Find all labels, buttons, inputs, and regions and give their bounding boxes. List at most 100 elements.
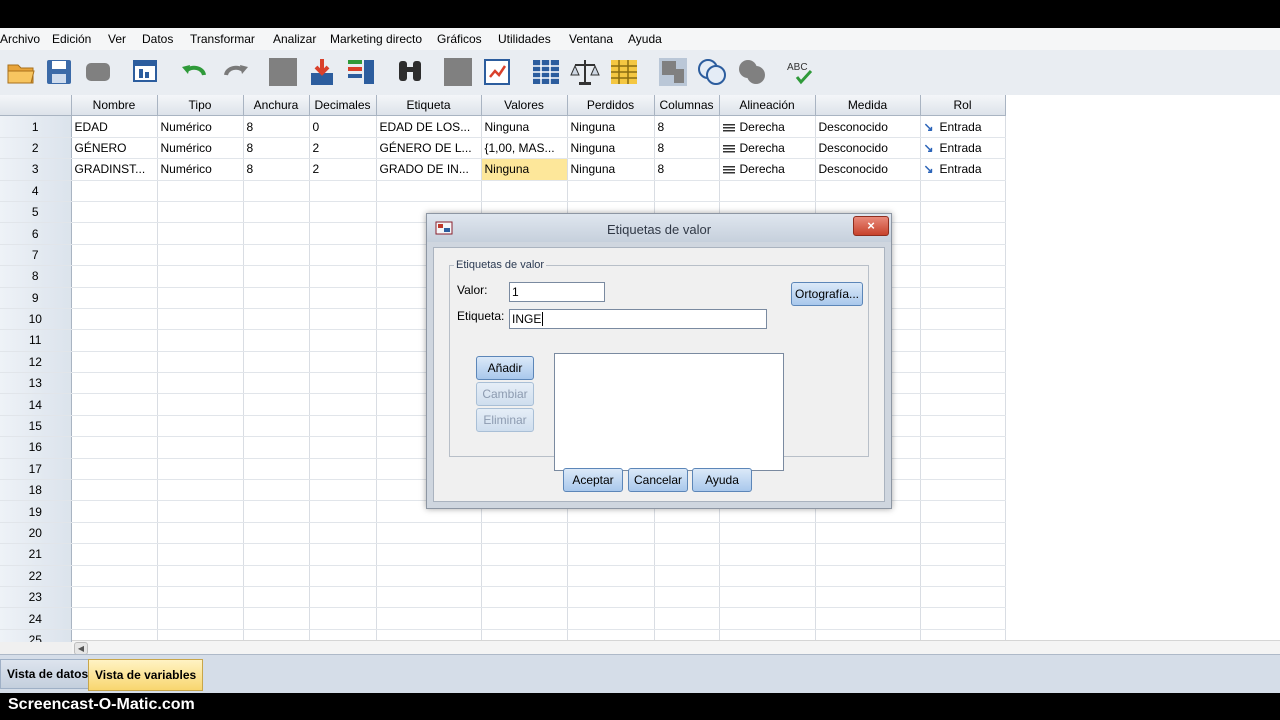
empty-cell[interactable] — [71, 287, 158, 309]
row-number[interactable]: 22 — [0, 565, 72, 587]
empty-cell[interactable] — [157, 500, 244, 523]
empty-cell[interactable] — [157, 393, 244, 416]
empty-cell[interactable] — [481, 565, 568, 587]
empty-cell[interactable] — [157, 372, 244, 395]
cell-anchura[interactable]: 8 — [243, 115, 310, 138]
empty-cell[interactable] — [243, 351, 310, 374]
empty-cell[interactable] — [920, 244, 1006, 267]
empty-cell[interactable] — [71, 479, 158, 502]
empty-cell[interactable] — [243, 308, 310, 331]
row-number[interactable]: 18 — [0, 479, 72, 502]
empty-cell[interactable] — [71, 265, 158, 288]
column-header[interactable]: Decimales — [309, 95, 377, 117]
horizontal-scrollbar[interactable]: ◀ — [72, 640, 1280, 655]
etiqueta-input[interactable]: INGE — [509, 309, 767, 329]
row-number[interactable]: 2 — [0, 137, 72, 160]
empty-cell[interactable] — [719, 607, 816, 630]
cell-anchura[interactable]: 8 — [243, 158, 310, 181]
row-number[interactable]: 11 — [0, 329, 72, 352]
empty-cell[interactable] — [157, 586, 244, 609]
empty-cell[interactable] — [309, 436, 377, 459]
empty-cell[interactable] — [157, 201, 244, 224]
insert-cases-icon[interactable] — [443, 57, 473, 87]
empty-cell[interactable] — [920, 565, 1006, 587]
empty-cell[interactable] — [157, 180, 244, 202]
cell-etiqueta[interactable]: GRADO DE IN... — [376, 158, 482, 181]
empty-cell[interactable] — [309, 565, 377, 587]
empty-cell[interactable] — [309, 244, 377, 267]
row-number[interactable]: 7 — [0, 244, 72, 267]
empty-cell[interactable] — [376, 565, 482, 587]
empty-cell[interactable] — [243, 180, 310, 202]
row-number[interactable]: 12 — [0, 351, 72, 374]
empty-cell[interactable] — [243, 479, 310, 502]
split-file-icon[interactable] — [531, 57, 561, 87]
empty-cell[interactable] — [243, 500, 310, 523]
row-number[interactable]: 19 — [0, 500, 72, 523]
row-number[interactable]: 9 — [0, 287, 72, 309]
empty-cell[interactable] — [309, 479, 377, 502]
cell-decimales[interactable]: 2 — [309, 137, 377, 160]
empty-cell[interactable] — [920, 265, 1006, 288]
empty-cell[interactable] — [920, 222, 1006, 245]
empty-cell[interactable] — [309, 522, 377, 545]
empty-cell[interactable] — [157, 308, 244, 331]
empty-cell[interactable] — [567, 180, 655, 202]
empty-cell[interactable] — [376, 180, 482, 202]
row-number[interactable]: 4 — [0, 180, 72, 202]
cell-alineacion[interactable]: Derecha — [719, 158, 816, 181]
row-number[interactable]: 6 — [0, 222, 72, 245]
cell-nombre[interactable]: EDAD — [71, 115, 158, 138]
empty-cell[interactable] — [71, 415, 158, 438]
empty-cell[interactable] — [157, 436, 244, 459]
empty-cell[interactable] — [654, 607, 720, 630]
cell-nombre[interactable]: GÉNERO — [71, 137, 158, 160]
empty-cell[interactable] — [309, 393, 377, 416]
empty-cell[interactable] — [920, 436, 1006, 459]
empty-cell[interactable] — [157, 607, 244, 630]
empty-cell[interactable] — [920, 201, 1006, 224]
empty-cell[interactable] — [920, 393, 1006, 416]
eliminar-button[interactable]: Eliminar — [476, 408, 534, 432]
row-number[interactable]: 21 — [0, 543, 72, 566]
empty-cell[interactable] — [71, 372, 158, 395]
empty-cell[interactable] — [481, 607, 568, 630]
empty-cell[interactable] — [71, 351, 158, 374]
column-header[interactable]: Etiqueta — [376, 95, 482, 117]
spell-check-icon[interactable]: ABC — [785, 57, 815, 87]
empty-cell[interactable] — [71, 329, 158, 352]
empty-cell[interactable] — [920, 500, 1006, 523]
select-cases-icon[interactable] — [609, 57, 639, 87]
empty-cell[interactable] — [71, 586, 158, 609]
empty-cell[interactable] — [654, 522, 720, 545]
show-all-variables-icon[interactable] — [737, 57, 767, 87]
empty-cell[interactable] — [309, 543, 377, 566]
empty-cell[interactable] — [243, 222, 310, 245]
empty-cell[interactable] — [71, 393, 158, 416]
menu-transformar[interactable]: Transformar — [190, 32, 255, 46]
empty-cell[interactable] — [481, 180, 568, 202]
empty-cell[interactable] — [157, 329, 244, 352]
empty-cell[interactable] — [243, 607, 310, 630]
empty-cell[interactable] — [815, 586, 921, 609]
cell-decimales[interactable]: 0 — [309, 115, 377, 138]
cell-valores[interactable]: {1,00, MAS... — [481, 137, 568, 160]
cell-etiqueta[interactable]: GÉNERO DE L... — [376, 137, 482, 160]
empty-cell[interactable] — [71, 308, 158, 331]
empty-cell[interactable] — [157, 479, 244, 502]
close-button[interactable]: × — [853, 216, 889, 236]
empty-cell[interactable] — [71, 222, 158, 245]
cell-rol[interactable]: ↘ Entrada — [920, 137, 1006, 160]
cancelar-button[interactable]: Cancelar — [628, 468, 688, 492]
cambiar-button[interactable]: Cambiar — [476, 382, 534, 406]
empty-cell[interactable] — [309, 415, 377, 438]
empty-cell[interactable] — [243, 436, 310, 459]
empty-cell[interactable] — [376, 522, 482, 545]
cell-tipo[interactable]: Numérico — [157, 115, 244, 138]
empty-cell[interactable] — [719, 565, 816, 587]
column-header[interactable]: Perdidos — [567, 95, 655, 117]
valor-input[interactable]: 1 — [509, 282, 605, 302]
cell-rol[interactable]: ↘ Entrada — [920, 158, 1006, 181]
cell-valores[interactable]: Ninguna — [481, 115, 568, 138]
empty-cell[interactable] — [243, 543, 310, 566]
